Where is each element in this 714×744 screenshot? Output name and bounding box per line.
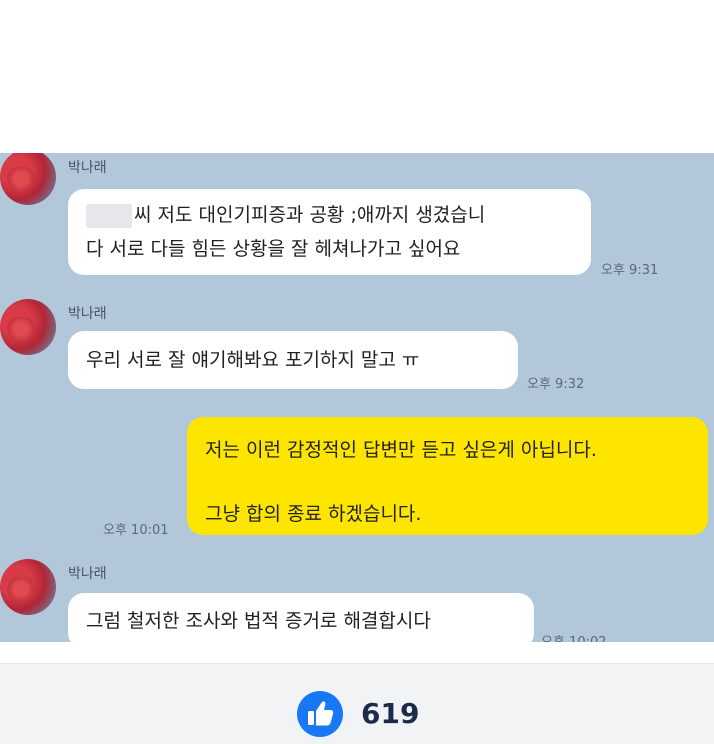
outgoing-message-bubble[interactable]: 저는 이런 감정적인 답변만 듣고 싶은게 아닙니다. 그냥 합의 종료 하겠습… [187, 417, 708, 535]
message-line: 저는 이런 감정적인 답변만 듣고 싶은게 아닙니다. [205, 439, 597, 461]
sender-avatar[interactable] [0, 299, 56, 355]
like-count: 619 [361, 697, 420, 730]
incoming-message-bubble[interactable]: 씨 저도 대인기피증과 공황 ;애까지 생겼습니 다 서로 다들 힘든 상황을 … [68, 189, 591, 275]
message-time: 오후 9:31 [601, 263, 659, 278]
sender-name: 박나래 [68, 306, 107, 322]
incoming-message-bubble[interactable]: 우리 서로 잘 얘기해봐요 포기하지 말고 ㅠ [68, 331, 518, 389]
message-line: 다 서로 다들 힘든 상황을 잘 헤쳐나가고 싶어요 [86, 238, 461, 260]
incoming-message-bubble[interactable]: 그럼 철저한 조사와 법적 증거로 해결합시다 [68, 593, 534, 642]
chat-screenshot: 박나래 씨 저도 대인기피증과 공황 ;애까지 생겼습니 다 서로 다들 힘든 … [0, 153, 714, 642]
message-time: 오후 10:02 [541, 631, 607, 642]
reaction-bar: 619 [0, 663, 714, 744]
sender-avatar[interactable] [0, 559, 56, 615]
thumbs-up-icon[interactable] [297, 691, 343, 737]
message-time: 오후 10:01 [103, 523, 169, 538]
message-line: 씨 저도 대인기피증과 공황 ;애까지 생겼습니 [86, 198, 573, 232]
sender-avatar[interactable] [0, 153, 56, 205]
sender-name: 박나래 [68, 566, 107, 582]
blurred-name [86, 203, 132, 228]
message-time: 오후 9:32 [527, 377, 585, 392]
sender-name: 박나래 [68, 160, 107, 176]
message-line: 그냥 합의 종료 하겠습니다. [205, 503, 422, 525]
thumbs-up-glyph [308, 701, 334, 726]
